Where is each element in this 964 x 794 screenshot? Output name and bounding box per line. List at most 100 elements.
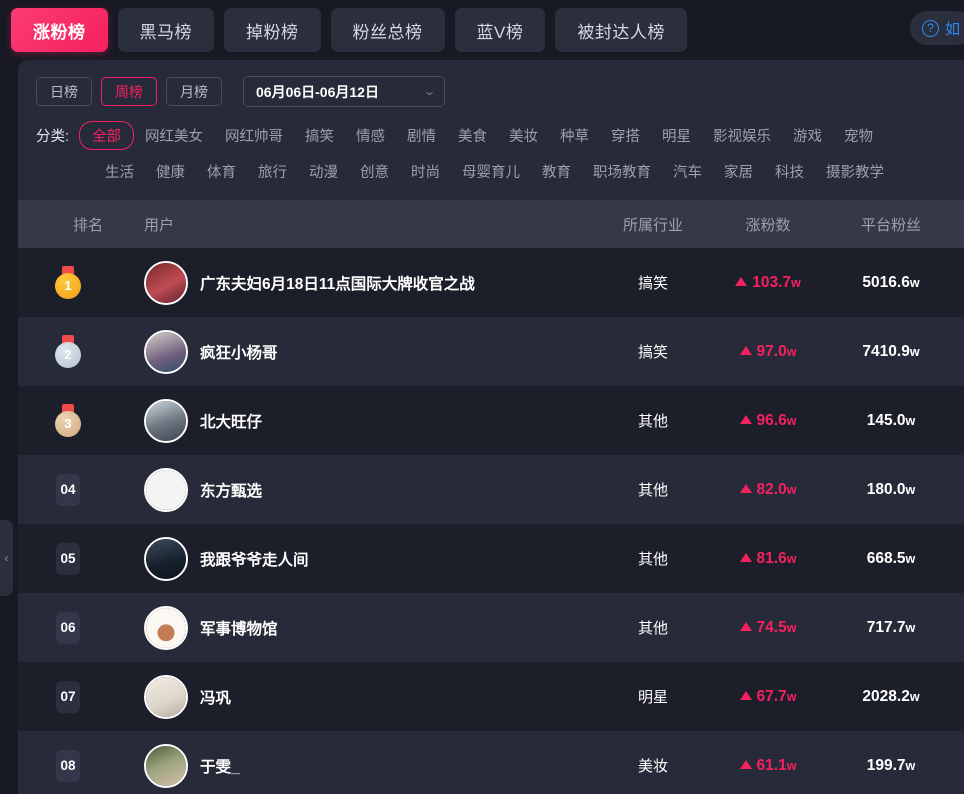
triangle-up-icon xyxy=(739,414,752,424)
period-weekly[interactable]: 周榜 xyxy=(101,77,157,106)
user-cell[interactable]: 疯狂小杨哥 xyxy=(118,329,598,374)
tab-zhangfen[interactable]: 涨粉榜 xyxy=(11,8,108,52)
category-muyingyuer[interactable]: 母婴育儿 xyxy=(451,157,531,186)
category-chuangyi[interactable]: 创意 xyxy=(349,157,400,186)
category-gaoxiao[interactable]: 搞笑 xyxy=(294,121,345,150)
avatar xyxy=(144,536,188,581)
user-name: 广东夫妇6月18日11点国际大牌收官之战 xyxy=(200,275,475,293)
user-cell[interactable]: 军事博物馆 xyxy=(118,605,598,650)
ranking-table: 排名 用户 所属行业 涨粉数 平台粉丝 1 广东夫妇6月18日11点国际大牌收官… xyxy=(18,200,964,794)
category-qiche[interactable]: 汽车 xyxy=(662,157,713,186)
user-cell[interactable]: 东方甄选 xyxy=(118,467,598,512)
category-tiyu[interactable]: 体育 xyxy=(196,157,247,186)
category-quanbu[interactable]: 全部 xyxy=(79,121,135,150)
category-meishi[interactable]: 美食 xyxy=(447,121,498,150)
category-filter: 分类: 全部 网红美女 网红帅哥 搞笑 情感 剧情 美食 美妆 种草 穿搭 明星… xyxy=(18,107,964,186)
category-wanghongmeinv[interactable]: 网红美女 xyxy=(134,121,214,150)
growth-cell: 103.7w xyxy=(708,274,828,292)
category-shenghuo[interactable]: 生活 xyxy=(94,157,145,186)
tab-fensizongbang[interactable]: 粉丝总榜 xyxy=(330,8,445,52)
rank-cell: 08 xyxy=(18,749,118,782)
header-rank: 排名 xyxy=(73,216,104,234)
table-row[interactable]: 08 于雯_ 美妆 61.1w 199.7w xyxy=(18,731,964,794)
rank-badge: 08 xyxy=(56,749,80,782)
rank-badge: 04 xyxy=(56,473,80,506)
sidebar-collapse-handle[interactable]: ‹ xyxy=(0,520,13,596)
rank-cell: 06 xyxy=(18,611,118,644)
help-button[interactable]: ? 如 xyxy=(909,11,964,45)
industry-cell: 其他 xyxy=(637,551,668,568)
category-lvxing[interactable]: 旅行 xyxy=(247,157,298,186)
category-jiankang[interactable]: 健康 xyxy=(145,157,196,186)
table-row[interactable]: 2 疯狂小杨哥 搞笑 97.0w 7410.9w xyxy=(18,317,964,386)
tab-label: 掉粉榜 xyxy=(246,22,299,42)
category-jiaoyu[interactable]: 教育 xyxy=(531,157,582,186)
growth-cell: 81.6w xyxy=(708,550,828,568)
growth-value: 103.7 xyxy=(752,273,792,291)
tab-diaofen[interactable]: 掉粉榜 xyxy=(224,8,321,52)
category-zhongcao[interactable]: 种草 xyxy=(549,121,600,150)
chevron-left-icon: ‹ xyxy=(4,551,9,565)
fans-value: 717.7 xyxy=(866,618,906,636)
category-meizhuang[interactable]: 美妆 xyxy=(498,121,549,150)
fans-value: 145.0 xyxy=(866,411,906,429)
period-monthly[interactable]: 月榜 xyxy=(166,77,222,106)
category-sheyingjiaoxue[interactable]: 摄影教学 xyxy=(815,157,895,186)
tab-heima[interactable]: 黑马榜 xyxy=(117,8,214,52)
user-name: 军事博物馆 xyxy=(200,620,278,638)
fans-value: 199.7 xyxy=(866,756,906,774)
category-youxi[interactable]: 游戏 xyxy=(782,121,833,150)
fans-cell: 2028.2w xyxy=(862,687,920,705)
table-row[interactable]: 06 军事博物馆 其他 74.5w 717.7w xyxy=(18,593,964,662)
fans-cell: 717.7w xyxy=(866,618,916,636)
table-row[interactable]: 04 东方甄选 其他 82.0w 180.0w xyxy=(18,455,964,524)
tab-beifengdarenbang[interactable]: 被封达人榜 xyxy=(555,8,687,52)
tab-lanv[interactable]: 蓝V榜 xyxy=(454,8,546,52)
category-row-1: 分类: 全部 网红美女 网红帅哥 搞笑 情感 剧情 美食 美妆 种草 穿搭 明星… xyxy=(36,121,948,150)
table-row[interactable]: 3 北大旺仔 其他 96.6w 145.0w xyxy=(18,386,964,455)
growth-cell: 61.1w xyxy=(708,757,828,775)
user-cell[interactable]: 广东夫妇6月18日11点国际大牌收官之战 xyxy=(118,260,598,305)
period-daily[interactable]: 日榜 xyxy=(36,77,92,106)
date-range-picker[interactable]: 06月06日-06月12日 ⌄ xyxy=(243,76,445,107)
category-dongman[interactable]: 动漫 xyxy=(298,157,349,186)
category-yingshiyule[interactable]: 影视娱乐 xyxy=(702,121,782,150)
table-row[interactable]: 1 广东夫妇6月18日11点国际大牌收官之战 搞笑 103.7w 5016.6w xyxy=(18,248,964,317)
category-chongwu[interactable]: 宠物 xyxy=(833,121,884,150)
category-row-2: 生活 健康 体育 旅行 动漫 创意 时尚 母婴育儿 教育 职场教育 汽车 家居 … xyxy=(36,157,948,186)
fans-cell: 668.5w xyxy=(866,549,916,567)
category-shishang[interactable]: 时尚 xyxy=(400,157,451,186)
category-juqing[interactable]: 剧情 xyxy=(396,121,447,150)
table-header-row: 排名 用户 所属行业 涨粉数 平台粉丝 xyxy=(18,200,964,248)
table-row[interactable]: 07 冯巩 明星 67.7w 2028.2w xyxy=(18,662,964,731)
avatar xyxy=(144,467,188,512)
industry-cell: 搞笑 xyxy=(637,344,668,361)
industry-cell: 搞笑 xyxy=(637,275,668,292)
rank-cell: 07 xyxy=(18,680,118,713)
avatar xyxy=(144,743,188,788)
triangle-up-icon xyxy=(735,276,748,286)
category-qinggan[interactable]: 情感 xyxy=(345,121,396,150)
user-cell[interactable]: 我跟爷爷走人间 xyxy=(118,536,598,581)
triangle-up-icon xyxy=(739,552,752,562)
avatar xyxy=(144,260,188,305)
table-row[interactable]: 05 我跟爷爷走人间 其他 81.6w 668.5w xyxy=(18,524,964,593)
category-zhichangjiaoyu[interactable]: 职场教育 xyxy=(582,157,662,186)
fans-cell: 5016.6w xyxy=(862,273,920,291)
user-cell[interactable]: 于雯_ xyxy=(118,743,598,788)
date-range-value: 06月06日-06月12日 xyxy=(256,83,379,100)
avatar xyxy=(144,329,188,374)
industry-cell: 明星 xyxy=(637,689,668,706)
fans-cell: 145.0w xyxy=(866,411,916,429)
user-cell[interactable]: 冯巩 xyxy=(118,674,598,719)
user-cell[interactable]: 北大旺仔 xyxy=(118,398,598,443)
fans-value: 5016.6 xyxy=(862,273,910,291)
silver-medal-icon: 2 xyxy=(54,334,82,369)
fans-value: 180.0 xyxy=(866,480,906,498)
category-wanghongshuaige[interactable]: 网红帅哥 xyxy=(214,121,294,150)
category-keji[interactable]: 科技 xyxy=(764,157,815,186)
gold-medal-icon: 1 xyxy=(54,265,82,300)
category-chuanda[interactable]: 穿搭 xyxy=(600,121,651,150)
category-mingxing[interactable]: 明星 xyxy=(651,121,702,150)
category-jiaju[interactable]: 家居 xyxy=(713,157,764,186)
